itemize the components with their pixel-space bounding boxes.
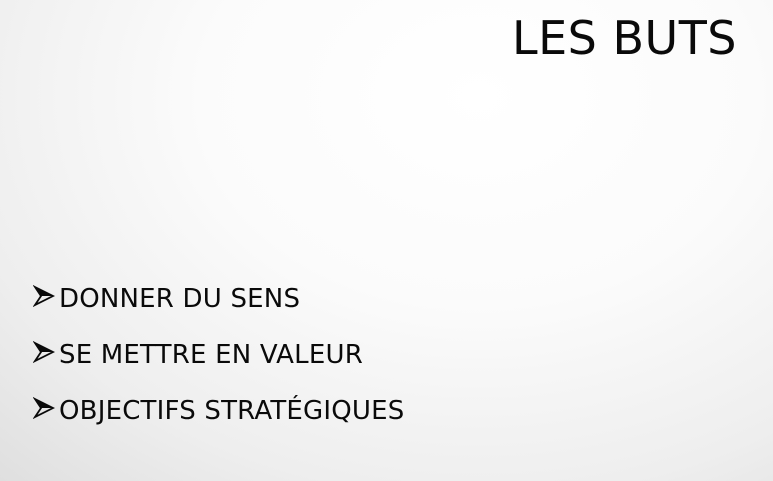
list-item: SE METTRE EN VALEUR (33, 327, 405, 383)
bullet-label: DONNER DU SENS (59, 284, 301, 314)
bullet-label: SE METTRE EN VALEUR (59, 340, 363, 370)
slide: LES BUTS DONNER DU SENS SE METTRE EN VAL… (0, 0, 773, 481)
list-item: OBJECTIFS STRATÉGIQUES (33, 383, 405, 439)
bullet-list: DONNER DU SENS SE METTRE EN VALEUR OBJEC… (33, 271, 405, 439)
bullet-label: OBJECTIFS STRATÉGIQUES (59, 396, 405, 426)
arrowhead-bullet-icon (33, 285, 55, 307)
arrowhead-bullet-icon (33, 397, 55, 419)
arrowhead-bullet-icon (33, 341, 55, 363)
slide-title: LES BUTS (511, 11, 737, 65)
list-item: DONNER DU SENS (33, 271, 405, 327)
